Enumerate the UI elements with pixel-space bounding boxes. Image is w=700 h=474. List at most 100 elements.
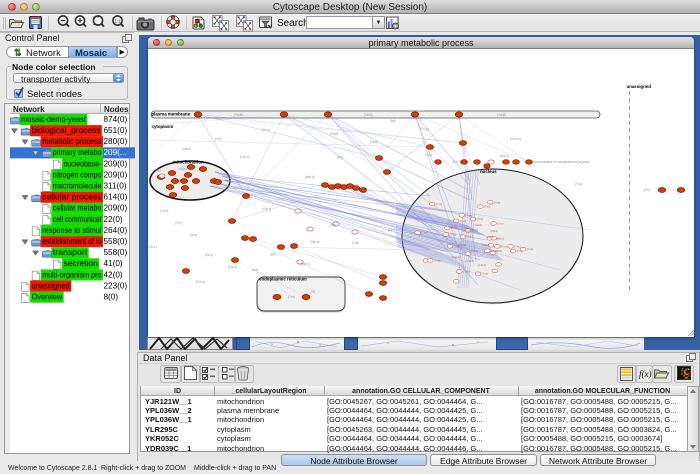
svg-text:(Yd a): (Yd a) — [196, 280, 205, 284]
svg-text:223(0): 223(0) — [104, 281, 128, 290]
svg-text:(Yxx): (Yxx) — [463, 270, 470, 274]
svg-text:cellular metabo: cellular metabo — [53, 204, 102, 213]
svg-text:(Yxx): (Yxx) — [514, 244, 521, 248]
svg-text:metabolic process: metabolic process — [42, 137, 101, 146]
svg-text:primary metabo: primary metabo — [53, 148, 102, 157]
svg-text:(Yjr): (Yjr) — [330, 223, 336, 227]
svg-text:nucleobase-: nucleobase- — [63, 159, 101, 168]
svg-text:mosaic-demo-yeast: mosaic-demo-yeast — [21, 115, 87, 124]
svg-text:(hk): (hk) — [390, 119, 396, 123]
svg-text:(Yb s): (Yb s) — [148, 245, 157, 249]
svg-text:endoplasmic reticulum: endoplasmic reticulum — [259, 277, 307, 282]
svg-text:unassigned: unassigned — [627, 84, 652, 89]
svg-text:(Yxx): (Yxx) — [465, 213, 472, 217]
svg-text:(Yab1): (Yab1) — [448, 225, 456, 229]
svg-text:(mvb l): (mvb l) — [300, 262, 310, 266]
svg-text:Overview: Overview — [32, 293, 63, 302]
svg-text:cell communicat: cell communicat — [53, 215, 102, 224]
svg-text:209(0): 209(0) — [104, 204, 128, 213]
svg-text:unassigned: unassigned — [32, 281, 71, 290]
svg-text:(Yd): (Yd) — [452, 160, 458, 164]
svg-text:(Yxx): (Yxx) — [497, 222, 504, 226]
svg-text:8(0): 8(0) — [104, 293, 119, 302]
svg-text:(Yxx): (Yxx) — [436, 202, 443, 206]
svg-text:plasma membrane: plasma membrane — [152, 112, 191, 117]
svg-text:(top rt): (top rt) — [500, 154, 509, 158]
svg-text:Ydr(s): Ydr(s) — [178, 167, 187, 171]
svg-text:(Yab1): (Yab1) — [482, 243, 490, 247]
svg-text:mitochondrion: mitochondrion — [173, 160, 204, 165]
svg-text:(Yab1): (Yab1) — [490, 229, 498, 233]
svg-text:(Yf): (Yf) — [310, 290, 315, 294]
svg-text:(Ydl): (Ydl) — [352, 241, 359, 245]
svg-text:558(0): 558(0) — [104, 248, 128, 257]
svg-text:cellular process: cellular process — [42, 193, 101, 202]
svg-text:(s d): (s d) — [252, 268, 258, 272]
svg-text:209(0): 209(0) — [104, 159, 128, 168]
svg-text:macromolecule: macromolecule — [53, 182, 102, 191]
svg-text:(Yab1): (Yab1) — [474, 223, 482, 227]
svg-text:secretion: secretion — [63, 259, 98, 268]
svg-text:mixed sample of compartments (: mixed sample of compartments (s) — [533, 160, 582, 164]
svg-text:(Ypr): (Ypr) — [425, 153, 432, 157]
svg-text:(Yab1): (Yab1) — [458, 243, 466, 247]
svg-text:(Yml0): (Yml0) — [234, 113, 243, 117]
svg-text:(and): (and) — [582, 160, 589, 164]
svg-text:(Yab1): (Yab1) — [470, 249, 478, 253]
svg-text:(Yxx): (Yxx) — [494, 200, 501, 204]
svg-text:(Ydr s): (Ydr s) — [240, 155, 250, 159]
svg-text:614(0): 614(0) — [104, 193, 128, 202]
svg-text:(Yab1): (Yab1) — [466, 259, 474, 263]
svg-text:(Yxx): (Yxx) — [497, 236, 504, 240]
svg-text:(Ye x): (Ye x) — [262, 128, 270, 132]
svg-text:280(0): 280(0) — [104, 137, 128, 146]
svg-text:cytoplasm: cytoplasm — [152, 124, 174, 129]
svg-text:311(0): 311(0) — [104, 182, 127, 191]
svg-text:(de f): (de f) — [388, 228, 395, 232]
svg-text:(Yolr2): (Yolr2) — [182, 147, 191, 151]
svg-text:(ad): (ad) — [337, 155, 343, 159]
svg-text:(Yab1): (Yab1) — [486, 235, 494, 239]
svg-text:(Yxx): (Yxx) — [501, 244, 508, 248]
svg-text:(Yer0): (Yer0) — [364, 113, 373, 117]
svg-text:(Yi s): (Yi s) — [575, 182, 582, 186]
svg-text:Yj(l): Yj(l) — [155, 168, 161, 172]
svg-text:41(0): 41(0) — [104, 259, 123, 268]
svg-text:(Ym): (Ym) — [288, 295, 295, 299]
svg-text:(Yxx): (Yxx) — [460, 219, 467, 223]
svg-text:response to stimul: response to stimul — [42, 226, 101, 235]
svg-text:(ek d): (ek d) — [205, 253, 213, 257]
svg-text:(Yxx): (Yxx) — [434, 259, 441, 263]
svg-text:209(...: 209(... — [104, 148, 127, 157]
svg-text:264(0): 264(0) — [104, 226, 128, 235]
svg-text:(Yxx): (Yxx) — [450, 233, 457, 237]
svg-text:(Ydr0): (Ydr0) — [497, 113, 506, 117]
svg-text:558(0): 558(0) — [104, 237, 128, 246]
svg-text:(Ylr g): (Ylr g) — [420, 127, 429, 131]
svg-text:(Ygl s): (Ygl s) — [262, 207, 271, 211]
svg-text:(abc d): (abc d) — [305, 175, 315, 179]
svg-text:(Yer a): (Yer a) — [310, 240, 319, 244]
svg-text:nucleus: nucleus — [480, 169, 497, 174]
svg-text:(Ymr b): (Ymr b) — [510, 137, 521, 141]
svg-text:651(0): 651(0) — [104, 126, 128, 135]
svg-text:(Yxx): (Yxx) — [482, 272, 489, 276]
svg-text:(gh): (gh) — [270, 252, 276, 256]
svg-text:nitrogen compo: nitrogen compo — [53, 170, 102, 179]
svg-text:(Yxx): (Yxx) — [471, 229, 478, 233]
svg-text:209(0): 209(0) — [104, 170, 128, 179]
svg-text:(Ydd): (Ydd) — [330, 132, 338, 136]
svg-text:(Yxx): (Yxx) — [477, 217, 484, 221]
svg-text:(Ycm): (Ycm) — [160, 209, 169, 213]
svg-text:(Yxx): (Yxx) — [466, 235, 473, 239]
svg-text:(m x): (m x) — [190, 233, 197, 237]
svg-text:transport: transport — [53, 248, 88, 257]
svg-text:(Yab1): (Yab1) — [478, 263, 486, 267]
svg-text:(Yxx): (Yxx) — [421, 231, 428, 235]
svg-text:(Yab1): (Yab1) — [494, 249, 502, 253]
svg-text:multi-organism pro: multi-organism pro — [42, 270, 102, 279]
svg-text:(Ypd): (Ypd) — [370, 140, 378, 144]
svg-text:biological_process: biological_process — [32, 126, 101, 135]
svg-text:(Yxx): (Yxx) — [484, 205, 491, 209]
svg-text:(Yxx): (Yxx) — [527, 247, 534, 251]
